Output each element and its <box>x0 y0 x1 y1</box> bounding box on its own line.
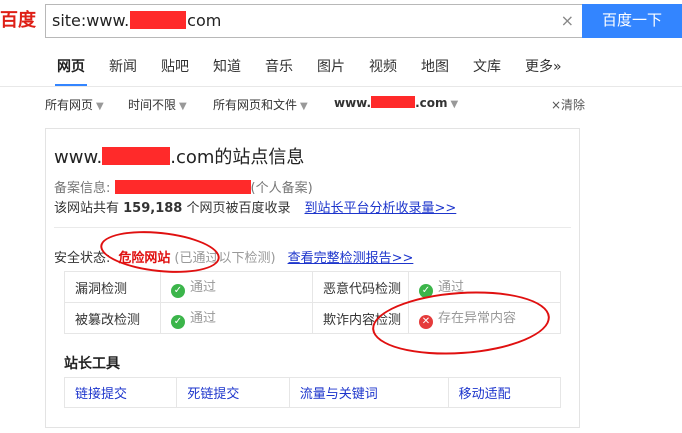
chevron-down-icon: ▼ <box>179 101 187 112</box>
tab-more[interactable]: 更多» <box>513 52 574 86</box>
filter-site[interactable]: www. .com ▼ <box>334 96 458 110</box>
check-name: 漏洞检测 <box>64 271 161 303</box>
chevron-down-icon: ▼ <box>450 99 459 110</box>
redaction-block <box>102 147 171 165</box>
search-button[interactable]: 百度一下 <box>582 4 682 38</box>
tab-wenku[interactable]: 文库 <box>461 52 513 86</box>
filter-filetype[interactable]: 所有网页和文件 ▼ <box>213 96 308 113</box>
tab-images[interactable]: 图片 <box>305 52 357 86</box>
check-icon: ✓ <box>171 315 185 329</box>
chevron-down-icon: ▼ <box>300 101 308 112</box>
tab-news[interactable]: 新闻 <box>97 52 149 86</box>
tool-mobile-adapt[interactable]: 移动适配 <box>447 377 562 408</box>
tab-map[interactable]: 地图 <box>409 52 461 86</box>
check-result: ✓ 通过 <box>160 271 313 303</box>
filter-clear-button[interactable]: ×清除 <box>551 96 585 113</box>
tab-zhidao[interactable]: 知道 <box>201 52 253 86</box>
check-name: 被篡改检测 <box>64 302 161 334</box>
tab-tieba[interactable]: 贴吧 <box>149 52 201 86</box>
redaction-block <box>130 11 187 29</box>
tab-web[interactable]: 网页 <box>45 52 97 86</box>
filter-bar: 所有网页 ▼ 时间不限 ▼ 所有网页和文件 ▼ www. .com ▼ ×清除 <box>45 96 585 116</box>
baidu-logo[interactable]: 百度 <box>0 8 38 34</box>
tab-divider <box>0 86 682 87</box>
redaction-block <box>114 180 251 194</box>
indexed-pages: 该网站共有 159,188 个网页被百度收录 到站长平台分析收录量>> <box>54 201 457 216</box>
check-icon: ✓ <box>171 284 185 298</box>
icp-info: 备案信息: (个人备案) <box>54 180 313 196</box>
clear-icon[interactable]: × <box>561 11 574 30</box>
tab-music[interactable]: 音乐 <box>253 52 305 86</box>
filter-all-pages[interactable]: 所有网页 ▼ <box>45 96 104 113</box>
search-tabs: 网页 新闻 贴吧 知道 音乐 图片 视频 地图 文库 更多» <box>45 52 574 86</box>
tab-video[interactable]: 视频 <box>357 52 409 86</box>
tool-link-submit[interactable]: 链接提交 <box>63 377 178 408</box>
full-report-link[interactable]: 查看完整检测报告>> <box>288 251 414 266</box>
tool-deadlink-submit[interactable]: 死链提交 <box>176 377 290 408</box>
table-row: 链接提交 死链提交 流量与关键词 移动适配 <box>63 377 562 408</box>
tool-traffic-keywords[interactable]: 流量与关键词 <box>288 377 449 408</box>
check-name: 恶意代码检测 <box>312 271 409 303</box>
search-input[interactable]: site:www. com × <box>45 4 582 38</box>
site-title: www. .com的站点信息 <box>54 147 305 168</box>
webmaster-analysis-link[interactable]: 到站长平台分析收录量>> <box>305 201 457 216</box>
search-results-page: 百度 site:www. com × 百度一下 网页 新闻 贴吧 知道 音乐 图片… <box>0 0 682 433</box>
divider <box>54 227 571 228</box>
chevron-down-icon: ▼ <box>96 101 104 112</box>
webmaster-tools-title: 站长工具 <box>64 356 120 372</box>
webmaster-tools-table: 链接提交 死链提交 流量与关键词 移动适配 <box>63 377 562 408</box>
indexed-count: 159,188 <box>123 201 183 216</box>
redaction-block <box>371 96 416 108</box>
check-result: ✓ 通过 <box>160 302 313 334</box>
search-query[interactable]: site:www. com <box>52 11 221 30</box>
site-info-card: www. .com的站点信息 备案信息: (个人备案) 该网站共有 159,188… <box>45 128 580 428</box>
filter-time[interactable]: 时间不限 ▼ <box>128 96 187 113</box>
